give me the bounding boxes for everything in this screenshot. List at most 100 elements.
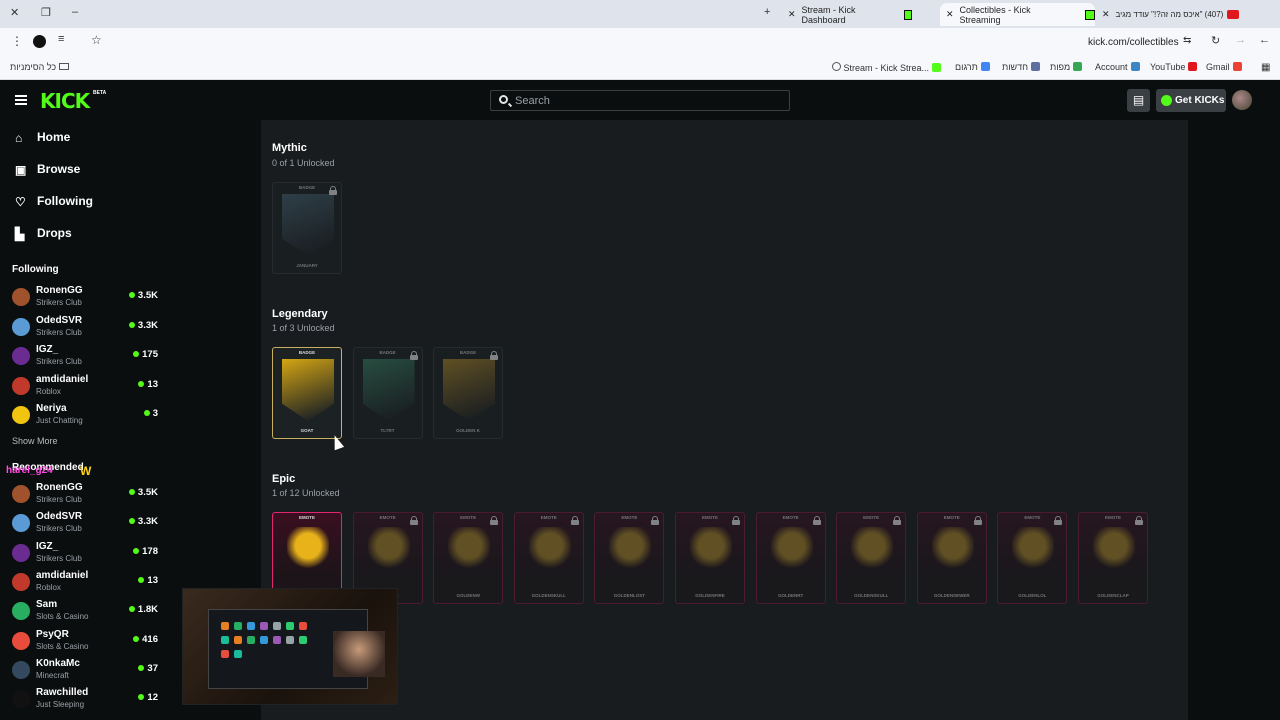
legendary-unlocked-count: 1 of 3 Unlocked xyxy=(272,323,335,333)
emote-card[interactable]: EMOTE GOLDENLOST xyxy=(594,512,665,604)
kick-logo[interactable]: KICK xyxy=(40,89,90,113)
tab-youtube[interactable]: ✕ (407) "איכס מה זה?!" עודד מגיב xyxy=(1100,3,1250,26)
close-window-icon[interactable]: ✕ xyxy=(10,6,19,19)
emote-card[interactable]: EMOTE GOLDENRT xyxy=(755,512,826,604)
kick-favicon-icon xyxy=(904,9,912,20)
pip-item-icon xyxy=(234,622,242,630)
live-dot-icon xyxy=(138,664,145,671)
sidebar-channel[interactable]: IGZ_ Strikers Club 175 xyxy=(10,343,160,369)
star-icon[interactable]: ☆ xyxy=(91,33,102,47)
channel-avatar xyxy=(12,347,30,365)
card-name-label: GOLDEN K xyxy=(456,428,480,433)
sidebar-item-home[interactable]: ⌂ Home xyxy=(15,130,70,145)
home-icon: ⌂ xyxy=(15,131,23,145)
sidebar-channel[interactable]: amdidaniel Roblox 13 xyxy=(10,569,160,595)
lock-icon xyxy=(409,516,418,525)
badge-card[interactable]: BADGE GOLDEN K xyxy=(433,347,503,439)
sidebar-channel[interactable]: Neriya Just Chatting 3 xyxy=(10,402,160,428)
lock-icon xyxy=(973,516,982,525)
channel-viewers: 3.3K xyxy=(128,320,158,331)
bookmark-translate[interactable]: תרגום xyxy=(955,62,990,72)
bookmark-news[interactable]: חדשות xyxy=(1002,62,1041,72)
sidebar-channel[interactable]: amdidaniel Roblox 13 xyxy=(10,373,160,399)
sidebar-channel[interactable]: Sam Slots & Casino 1.8K xyxy=(10,598,160,624)
dashboard-button[interactable]: ▤ xyxy=(1127,89,1150,112)
channel-name: PsyQR xyxy=(36,628,69,640)
bookmark-account[interactable]: Account xyxy=(1095,62,1140,72)
new-tab-icon[interactable]: + xyxy=(764,6,770,18)
sidebar-channel[interactable]: RonenGG Strikers Club 3.5K xyxy=(10,481,160,507)
channel-category: Strikers Club xyxy=(36,553,82,563)
close-tab-icon[interactable]: ✕ xyxy=(946,9,954,20)
bookmark-gmail[interactable]: Gmail xyxy=(1206,62,1242,72)
bookmark-maps[interactable]: מפות xyxy=(1050,62,1083,72)
forward-icon[interactable]: → xyxy=(1235,34,1246,46)
emote-card[interactable]: EMOTE GOLDENSEWER xyxy=(916,512,987,604)
emote-art xyxy=(609,527,652,569)
epic-unlocked-count: 1 of 12 Unlocked xyxy=(272,488,340,498)
tab-collectibles[interactable]: ✕ Collectibles - Kick Streaming xyxy=(940,3,1095,26)
collectibles-panel: Mythic 0 of 1 Unlocked BADGE JANUARY Lege… xyxy=(261,120,1188,720)
apps-grid-icon[interactable]: ▦ xyxy=(1261,62,1270,73)
picture-in-picture-video[interactable] xyxy=(182,588,398,705)
url-field[interactable]: kick.com/collectibles xyxy=(1088,37,1179,48)
card-name-label: GOLDENRT xyxy=(777,593,804,598)
get-kicks-button[interactable]: Get KICKs xyxy=(1156,89,1226,112)
emote-card[interactable]: EMOTE GOLDENLOL xyxy=(997,512,1068,604)
card-name-label: GOLDENFIRE xyxy=(695,593,725,598)
emote-card[interactable]: EMOTE GOLDENW xyxy=(433,512,504,604)
reload-icon[interactable]: ↻ xyxy=(1211,34,1220,47)
bookmark-stream[interactable]: Stream - Kick Strea... xyxy=(832,62,942,73)
emote-art xyxy=(287,527,329,569)
bookmark-youtube[interactable]: YouTube xyxy=(1150,62,1198,72)
sidebar-channel[interactable]: Rawchilled Just Sleeping 12 xyxy=(10,686,160,712)
channel-category: Just Chatting xyxy=(36,416,83,425)
emote-card[interactable]: EMOTE GOLDENCLAP xyxy=(1078,512,1148,604)
sidebar-channel[interactable]: RonenGG Strikers Club 3.5K xyxy=(10,284,160,310)
search-input[interactable]: Search xyxy=(490,90,790,111)
restore-window-icon[interactable]: ❐ xyxy=(41,6,51,19)
mythic-title: Mythic xyxy=(272,142,307,154)
menu-dots-icon[interactable]: ⋮ xyxy=(11,34,23,48)
user-avatar[interactable] xyxy=(1232,90,1252,110)
youtube-icon xyxy=(1188,62,1198,71)
card-name-label: GOAT xyxy=(300,428,314,433)
sidebar-channel[interactable]: PsyQR Slots & Casino 416 xyxy=(10,628,160,654)
profile-icon[interactable] xyxy=(33,35,46,48)
badge-card[interactable]: BADGE JANUARY xyxy=(272,182,342,274)
minimize-window-icon[interactable]: – xyxy=(72,6,78,18)
emote-art xyxy=(367,527,410,569)
sidebar-item-drops[interactable]: ▙ Drops xyxy=(15,226,72,241)
sidebar-channel[interactable]: OdedSVR Strikers Club 3.3K xyxy=(10,314,160,340)
sidebar-item-following[interactable]: ♡ Following xyxy=(15,194,93,209)
channel-avatar xyxy=(12,690,30,709)
show-more-button[interactable]: Show More xyxy=(12,436,58,446)
sidebar-channel[interactable]: IGZ_ Strikers Club 178 xyxy=(10,540,160,566)
site-settings-icon[interactable]: ⇆ xyxy=(1183,35,1191,46)
emote-art xyxy=(770,527,813,569)
reading-list-icon[interactable]: ≡ xyxy=(58,33,64,45)
badge-card[interactable]: BADGE GOAT xyxy=(272,347,342,439)
all-bookmarks-folder[interactable]: כל הסימניות xyxy=(10,62,69,72)
card-name-label: JANUARY xyxy=(296,263,318,268)
hamburger-menu-icon[interactable] xyxy=(15,95,27,105)
emote-card[interactable]: EMOTE GOLDENFIRE xyxy=(675,512,745,604)
sidebar-channel[interactable]: K0nkaMc Minecraft 37 xyxy=(10,657,160,683)
channel-name: amdidaniel xyxy=(36,569,89,581)
pip-item-icon xyxy=(286,622,294,630)
channel-category: Strikers Club xyxy=(36,495,82,504)
emote-card[interactable]: EMOTE GOLDENSKULL xyxy=(513,512,584,604)
close-tab-icon[interactable]: ✕ xyxy=(1102,9,1110,20)
emote-card[interactable]: EMOTE GOLDENSKULL xyxy=(836,512,907,604)
sidebar-item-browse[interactable]: ▣ Browse xyxy=(15,162,80,177)
close-tab-icon[interactable]: ✕ xyxy=(788,9,796,20)
channel-viewers: 37 xyxy=(138,663,158,674)
search-placeholder: Search xyxy=(515,95,550,107)
sidebar-channel[interactable]: OdedSVR Strikers Club 3.3K xyxy=(10,510,160,536)
badge-card[interactable]: BADGE TLTRT xyxy=(352,347,423,439)
tab-stream-dashboard[interactable]: ✕ Stream - Kick Dashboard xyxy=(782,3,912,26)
back-icon[interactable]: ← xyxy=(1259,34,1270,46)
kick-favicon-icon xyxy=(932,63,942,72)
kick-top-nav: KICK BETA Search ▤ Get KICKs xyxy=(0,80,1280,120)
channel-avatar xyxy=(12,288,30,306)
